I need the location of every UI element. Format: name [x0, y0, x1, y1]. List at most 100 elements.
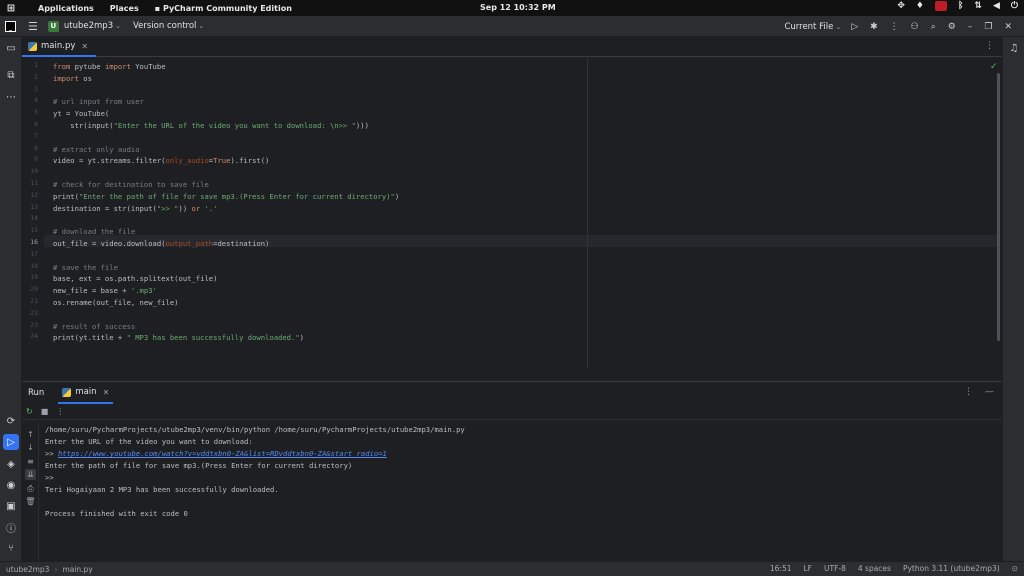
rerun-icon[interactable]: ↻	[26, 407, 33, 416]
code-token: # url input from user	[53, 97, 144, 107]
code-area[interactable]: from pytube import YouTube import os # url…	[53, 58, 998, 380]
run-icon[interactable]: ▷	[851, 22, 858, 32]
code-line[interactable]: # save the file	[53, 262, 118, 274]
python-packages-icon[interactable]: ⟳	[3, 413, 19, 429]
code-token: " MP3 has been successfully downloaded."	[126, 333, 300, 343]
console-output[interactable]: /home/suru/PycharmProjects/utube2mp3/ven…	[45, 424, 995, 520]
code-token: "Enter the path of file for save mp3.(Pr…	[78, 191, 395, 201]
scroll-to-end-icon[interactable]: ⇊	[25, 469, 36, 480]
code-line[interactable]: str(input("Enter the URL of the video yo…	[53, 120, 369, 132]
project-folder-icon[interactable]: ▭	[3, 40, 19, 56]
clock[interactable]: Sep 12 10:32 PM	[480, 3, 556, 12]
apps-grid-icon[interactable]: ⊞	[0, 3, 22, 14]
console-line: Teri Hogaiyaan 2 MP3 has been successful…	[45, 484, 995, 496]
code-line[interactable]: print(yt.title + " MP3 has been successf…	[53, 332, 304, 344]
close-icon[interactable]: ✕	[1004, 22, 1012, 32]
no-problems-check-icon[interactable]: ✓	[990, 62, 998, 72]
more-actions-icon[interactable]: ⋮	[890, 22, 899, 32]
run-tab-label: main	[75, 387, 97, 397]
add-user-icon[interactable]: ⚇	[911, 22, 919, 32]
code-editor[interactable]: main.py ✕ ⋮ 1 2 3 4 5 6 7 8 9 10 11 12 13 14 15 16 17 18 1…	[22, 37, 1002, 380]
maximize-icon[interactable]: ❐	[984, 22, 992, 32]
code-line[interactable]: # check for destination to save file	[53, 179, 209, 191]
run-tool-icon[interactable]: ▷	[3, 434, 19, 450]
code-line[interactable]: # download the file	[53, 226, 135, 238]
notifications-bell-icon[interactable]: ♫	[1006, 40, 1022, 56]
file-encoding[interactable]: UTF-8	[824, 564, 846, 573]
code-line[interactable]: # result of success	[53, 321, 135, 333]
code-line[interactable]: destination = str(input(">> ")) or '.'	[53, 203, 217, 215]
indent-setting[interactable]: 4 spaces	[858, 564, 891, 573]
run-options-icon[interactable]: ⋮	[964, 387, 973, 397]
console-url-link[interactable]: https://www.youtube.com/watch?v=vddtxbn0…	[58, 449, 387, 458]
power-icon[interactable]: ⏻	[1011, 1, 1018, 11]
project-widget[interactable]: utube2mp3 ⌄	[64, 21, 121, 31]
code-line[interactable]: # extract only audio	[53, 144, 140, 156]
run-config-selector[interactable]: Current File ⌄	[784, 22, 841, 32]
print-icon[interactable]: ⎙	[25, 483, 36, 494]
console-line: Enter the path of file for save mp3.(Pre…	[45, 460, 995, 472]
notifications-icon[interactable]: ♦	[916, 1, 924, 11]
applications-menu[interactable]: Applications	[38, 4, 94, 13]
system-top-bar: ⊞ Applications Places ▪ PyCharm Communit…	[0, 0, 1024, 16]
app-menu[interactable]: ▪ PyCharm Community Edition	[155, 4, 292, 13]
close-tab-icon[interactable]: ✕	[103, 388, 110, 397]
code-line[interactable]: import os	[53, 73, 92, 85]
line-number: 13	[30, 202, 38, 211]
vcs-widget[interactable]: Version control ⌄	[133, 21, 204, 31]
debug-icon[interactable]: ✱	[870, 22, 878, 32]
stop-icon[interactable]: ■	[41, 407, 49, 416]
code-token: )))	[355, 121, 369, 130]
python-interpreter[interactable]: Python 3.11 (utube2mp3)	[903, 564, 1000, 573]
soft-wrap-icon[interactable]: ≡	[25, 456, 36, 467]
scroll-up-icon[interactable]: ↑	[25, 429, 36, 440]
structure-icon[interactable]: ⧉	[3, 67, 19, 83]
caret-position[interactable]: 16:51	[770, 564, 792, 573]
clear-all-icon[interactable]: 🗑	[25, 496, 36, 507]
breadcrumb: utube2mp3 › main.py	[6, 565, 93, 574]
run-tab-main[interactable]: main ✕	[58, 382, 114, 404]
services-icon[interactable]: ◉	[3, 477, 19, 493]
tab-options-icon[interactable]: ⋮	[985, 41, 994, 51]
console-line: Process finished with exit code 0	[45, 508, 995, 520]
scroll-down-icon[interactable]: ↓	[25, 442, 36, 453]
code-line[interactable]: video = yt.streams.filter(only_audio=Tru…	[53, 155, 269, 167]
minimize-icon[interactable]: –	[968, 22, 973, 32]
code-line[interactable]: new_file = base + '.mp3'	[53, 285, 157, 297]
more-run-actions-icon[interactable]: ⋮	[56, 407, 64, 416]
code-token: # download the file	[53, 227, 136, 237]
layers-icon[interactable]: ◈	[3, 456, 19, 472]
code-line[interactable]: yt = YouTube(	[53, 108, 109, 120]
breadcrumb-file[interactable]: main.py	[62, 565, 92, 574]
pycharm-logo-icon[interactable]: _	[5, 20, 16, 32]
hide-panel-icon[interactable]: —	[985, 387, 994, 397]
lock-icon[interactable]: ⊙	[1012, 564, 1018, 573]
git-branch-icon[interactable]: ⑂	[3, 540, 19, 556]
breadcrumb-project[interactable]: utube2mp3	[6, 565, 49, 574]
accessibility-icon[interactable]: ✥	[897, 1, 905, 11]
search-icon[interactable]: ⌕	[931, 22, 936, 32]
bluetooth-icon[interactable]: ᛒ	[958, 1, 963, 11]
editor-tab-main[interactable]: main.py ✕	[22, 37, 97, 57]
console-text: Enter the URL of the video you want to d…	[45, 437, 258, 446]
code-line[interactable]: from pytube import YouTube	[53, 61, 166, 73]
places-menu[interactable]: Places	[110, 4, 139, 13]
terminal-icon[interactable]: ▣	[3, 498, 19, 514]
code-line[interactable]: print("Enter the path of file for save m…	[53, 191, 399, 203]
code-line[interactable]: os.rename(out_file, new_file)	[53, 297, 179, 309]
problems-icon[interactable]: ⓘ	[3, 519, 19, 535]
line-separator[interactable]: LF	[804, 564, 813, 573]
line-number: 19	[30, 273, 38, 282]
editor-scrollbar[interactable]	[997, 73, 1000, 341]
volume-icon[interactable]: ◀	[993, 1, 1000, 11]
python-file-icon	[62, 387, 72, 397]
code-line[interactable]: out_file = video.download(output_path=de…	[53, 238, 269, 250]
screen-record-icon[interactable]	[935, 1, 947, 11]
network-icon[interactable]: ⇅	[974, 1, 982, 11]
main-menu-icon[interactable]: ☰	[28, 20, 38, 33]
more-tools-icon[interactable]: ⋯	[3, 89, 19, 105]
code-line[interactable]: base, ext = os.path.splitext(out_file)	[53, 273, 217, 285]
settings-gear-icon[interactable]: ⚙	[948, 22, 956, 32]
close-tab-icon[interactable]: ✕	[81, 42, 88, 51]
code-line[interactable]: # url input from user	[53, 96, 144, 108]
